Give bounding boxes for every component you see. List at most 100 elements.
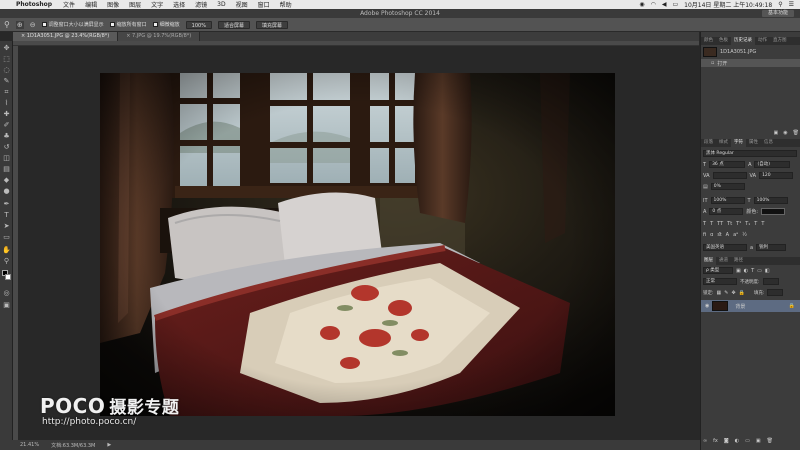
filter-pixel-icon[interactable]: ▣ — [736, 268, 741, 274]
baseline-field[interactable]: 0 点 — [709, 208, 744, 215]
adjustment-layer-icon[interactable]: ◐ — [735, 438, 739, 444]
subscript-button[interactable]: T₁ — [745, 221, 750, 227]
faux-italic-button[interactable]: T — [710, 221, 713, 227]
crop-tool-icon[interactable]: ⌗ — [2, 88, 11, 97]
filter-type-icon[interactable]: T — [751, 268, 754, 274]
wifi-icon[interactable]: ◠ — [651, 1, 656, 8]
menu-3d[interactable]: 3D — [212, 1, 230, 8]
visibility-eye-icon[interactable]: ◉ — [705, 303, 709, 309]
pen-tool-icon[interactable]: ✒ — [2, 200, 11, 209]
resize-windows-checkbox[interactable]: 调整窗口大小以满屏显示 — [41, 21, 104, 28]
lock-paint-icon[interactable]: ✎ — [724, 290, 728, 296]
workspace-switcher[interactable]: 基本功能 — [761, 10, 794, 17]
layer-filter-select[interactable]: ρ 类型 — [703, 267, 733, 274]
fill-field[interactable] — [767, 289, 784, 296]
language-select[interactable]: 美国英语 — [703, 244, 747, 251]
tab-layers[interactable]: 图层 — [701, 257, 716, 265]
vertical-scale-field[interactable]: 100% — [710, 197, 745, 204]
zoom-tool-icon[interactable]: ⚲ — [4, 20, 10, 29]
delete-state-icon[interactable]: 🗑 — [793, 130, 799, 136]
volume-icon[interactable]: ◀ — [662, 1, 667, 8]
anti-alias-select[interactable]: 锐利 — [756, 244, 787, 251]
quick-mask-icon[interactable]: ◎ — [2, 289, 11, 298]
strikethrough-button[interactable]: T — [761, 221, 764, 227]
ordinal-icon[interactable]: aᵃ — [733, 232, 738, 238]
tab-paths[interactable]: 路径 — [731, 257, 746, 265]
quick-select-tool-icon[interactable]: ✎ — [2, 77, 11, 86]
font-family-select[interactable]: 黑体 Regular — [703, 150, 797, 157]
healing-tool-icon[interactable]: ✚ — [2, 110, 11, 119]
add-mask-icon[interactable]: ◙ — [724, 438, 729, 444]
link-layers-icon[interactable]: ∞ — [703, 438, 707, 444]
tab-info[interactable]: 信息 — [761, 139, 776, 147]
ligature-icon[interactable]: fi — [703, 232, 706, 238]
lasso-tool-icon[interactable]: ◌ — [2, 66, 11, 75]
brush-tool-icon[interactable]: ✐ — [2, 121, 11, 130]
zoom-100-button[interactable]: 100% — [185, 20, 212, 29]
faux-bold-button[interactable]: T — [703, 221, 706, 227]
menu-image[interactable]: 图像 — [102, 0, 124, 9]
menu-file[interactable]: 文件 — [58, 0, 80, 9]
tab-swatches[interactable]: 色板 — [716, 37, 731, 45]
dodge-tool-icon[interactable]: ● — [2, 187, 11, 196]
tab-paragraph[interactable]: 段落 — [701, 139, 716, 147]
text-color-swatch[interactable] — [761, 208, 786, 215]
fit-screen-button[interactable]: 适合屏幕 — [217, 20, 250, 29]
menubar-clock[interactable]: 10月14日 星期二 上午10:49:18 — [684, 0, 772, 9]
eraser-tool-icon[interactable]: ◫ — [2, 154, 11, 163]
filter-adjust-icon[interactable]: ◐ — [744, 268, 748, 274]
underline-button[interactable]: T — [754, 221, 757, 227]
menu-help[interactable]: 帮助 — [275, 0, 297, 9]
menu-type[interactable]: 文字 — [146, 0, 168, 9]
filter-smart-icon[interactable]: ◧ — [765, 268, 770, 274]
clone-stamp-tool-icon[interactable]: ♣ — [2, 132, 11, 141]
tab-document-2[interactable]: × 7.JPG @ 19.7%(RGB/8*) — [118, 32, 201, 41]
zoom-tool-icon-box[interactable]: ⚲ — [2, 257, 11, 266]
zoom-in-icon[interactable]: ⊕ — [15, 20, 24, 29]
scrubby-zoom-checkbox[interactable]: 细微缩放 — [152, 21, 180, 28]
status-icon[interactable]: ◉ — [639, 1, 644, 8]
menu-edit[interactable]: 编辑 — [80, 0, 102, 9]
tsume-field[interactable]: 0% — [710, 183, 745, 190]
lock-all-icon[interactable]: 🔒 — [739, 290, 745, 296]
superscript-button[interactable]: T¹ — [736, 221, 741, 227]
menu-view[interactable]: 视图 — [231, 0, 253, 9]
hand-tool-icon[interactable]: ✋ — [2, 246, 11, 255]
new-snapshot-icon[interactable]: ◉ — [783, 130, 787, 136]
lock-move-icon[interactable]: ✥ — [731, 290, 735, 296]
type-tool-icon[interactable]: T — [2, 211, 11, 220]
notification-center-icon[interactable]: ☰ — [789, 1, 794, 8]
document-image[interactable] — [100, 73, 615, 416]
tab-properties[interactable]: 属性 — [746, 139, 761, 147]
zoom-all-checkbox[interactable]: 缩放所有窗口 — [109, 21, 147, 28]
tab-histogram[interactable]: 直方图 — [770, 37, 790, 45]
tab-history[interactable]: 历史记录 — [731, 37, 755, 45]
fraction-icon[interactable]: ½ — [742, 232, 747, 238]
all-caps-button[interactable]: TT — [717, 221, 723, 227]
new-layer-icon[interactable]: ▣ — [756, 438, 761, 444]
tab-color[interactable]: 颜色 — [701, 37, 716, 45]
horizontal-scale-field[interactable]: 100% — [753, 197, 788, 204]
marquee-tool-icon[interactable]: ⬚ — [2, 55, 11, 64]
menu-select[interactable]: 选择 — [168, 0, 190, 9]
history-step-open[interactable]: ▫ 打开 — [701, 59, 800, 67]
new-document-from-state-icon[interactable]: ▣ — [774, 130, 779, 136]
delete-layer-icon[interactable]: 🗑 — [767, 438, 773, 444]
tab-document-1[interactable]: × 1D1A3051.JPG @ 23.4%(RGB/8*) — [13, 32, 119, 41]
menu-window[interactable]: 窗口 — [253, 0, 275, 9]
menu-filter[interactable]: 滤镜 — [190, 0, 212, 9]
gradient-tool-icon[interactable]: ▤ — [2, 165, 11, 174]
move-tool-icon[interactable]: ✥ — [2, 44, 11, 53]
tab-character[interactable]: 字符 — [731, 139, 746, 147]
new-group-icon[interactable]: ▭ — [745, 438, 750, 444]
eyedropper-tool-icon[interactable]: ⌇ — [2, 99, 11, 108]
doc-size[interactable]: 文档:63.3M/63.3M — [51, 442, 95, 449]
opacity-field[interactable] — [762, 278, 779, 285]
tab-channels[interactable]: 通道 — [716, 257, 731, 265]
zoom-out-icon[interactable]: ⊖ — [30, 21, 36, 29]
path-select-tool-icon[interactable]: ➤ — [2, 222, 11, 231]
menu-app-photoshop[interactable]: Photoshop — [14, 1, 58, 8]
swash-icon[interactable]: ɑ — [710, 232, 713, 238]
battery-icon[interactable]: ▭ — [672, 1, 678, 8]
stylistic-icon[interactable]: ﬆ — [717, 232, 721, 238]
